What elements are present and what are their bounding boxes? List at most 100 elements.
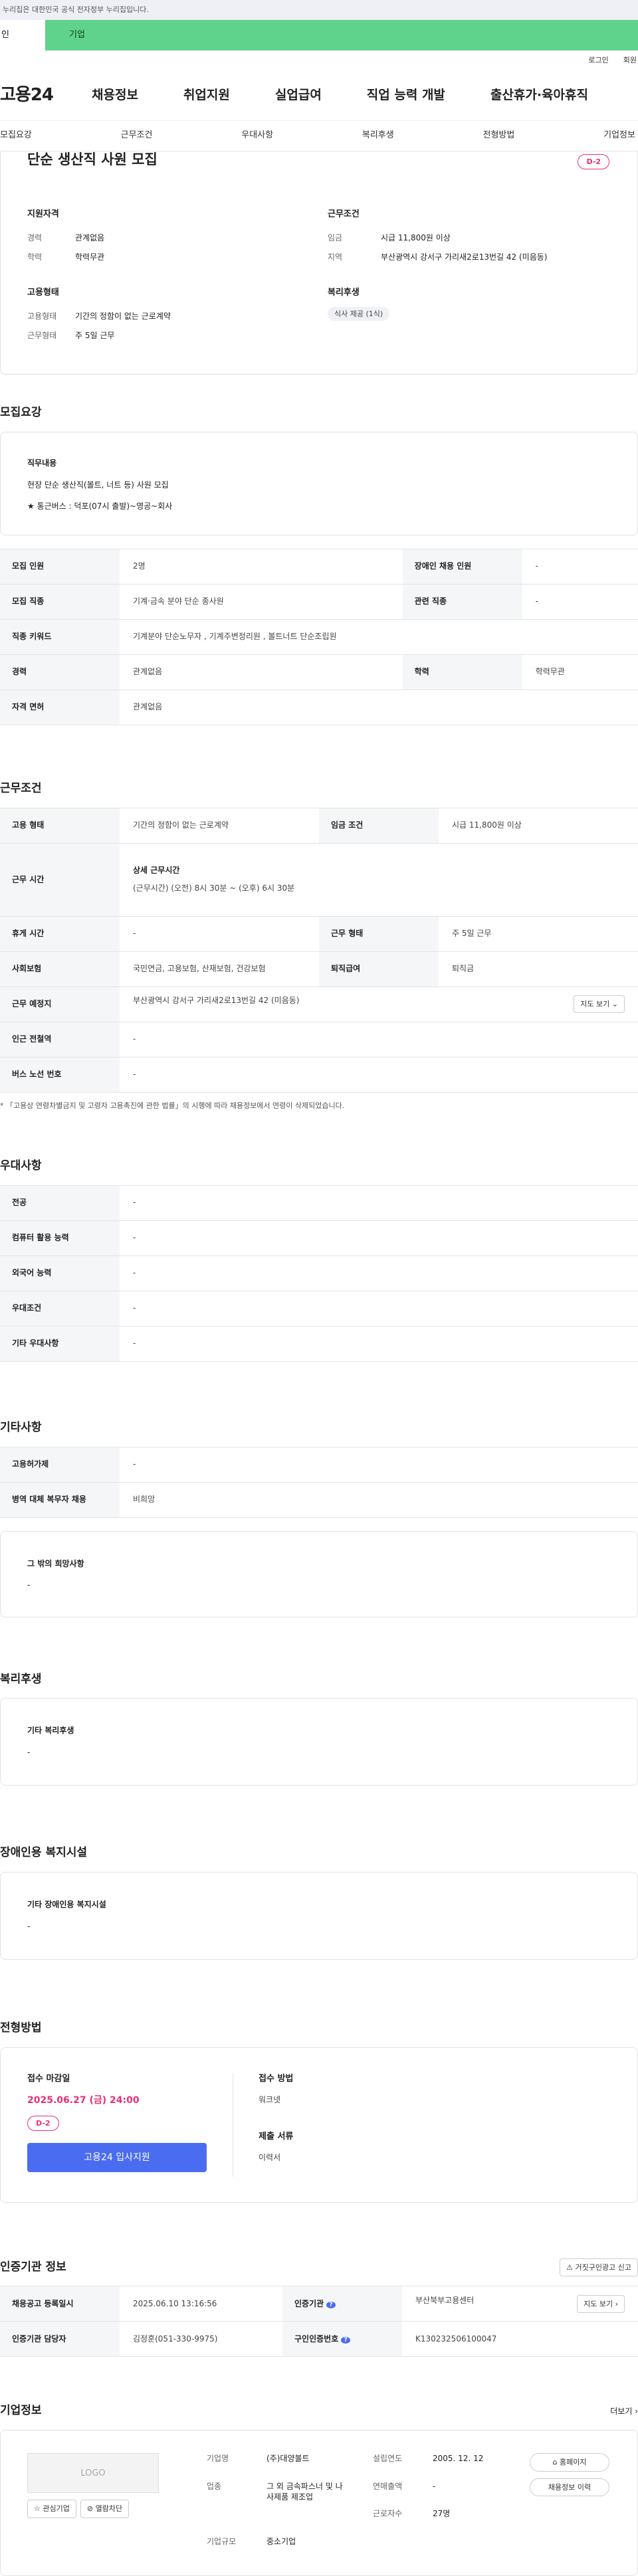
nav-employment-support[interactable]: 취업지원 <box>183 86 230 104</box>
map-button-label: 지도 보기 <box>584 2299 613 2308</box>
other-hope-card: 그 밖의 희망사항 - <box>0 1530 638 1617</box>
login-link[interactable]: 로그인 <box>588 55 608 65</box>
section-tab-preferences[interactable]: 우대사항 <box>241 130 273 141</box>
main-nav: 고용24 채용정보 취업지원 실업급여 직업 능력 개발 출산휴가·육아휴직 <box>0 70 638 121</box>
row-label: 인증기관 ? <box>282 2286 402 2322</box>
block-view-button[interactable]: ⊘ 열람차단 <box>80 2500 130 2518</box>
row-label: 근무 시간 <box>0 842 120 917</box>
cert-section: 인증기관 정보 ⚠ 거짓구인광고 신고 채용공고 등록일시 2025.06.10 … <box>0 2258 638 2357</box>
nav-parental-leave[interactable]: 출산휴가·육아휴직 <box>490 86 588 104</box>
row-label: 관련 직종 <box>402 583 522 620</box>
report-button-label: 거짓구인광고 신고 <box>575 2262 631 2272</box>
gov-notice-bar: 누리집은 대한민국 공식 전자정부 누리집입니다. <box>0 0 638 20</box>
row-label: 인증기관 담당자 <box>0 2321 120 2357</box>
work-type-value: 주 5일 근무 <box>75 330 115 340</box>
help-icon[interactable]: ? <box>341 2336 350 2344</box>
row-value: 기간의 정함이 없는 근로계약 <box>120 807 319 844</box>
company-logo-block: LOGO ☆ 관심기업 ⊘ 열람차단 <box>27 2453 160 2553</box>
deadline-label: 접수 마감일 <box>27 2073 70 2084</box>
row-value: - <box>120 1325 638 1362</box>
section-tab-recruit[interactable]: 모집요강 <box>0 130 32 141</box>
row-value: 2명 <box>120 548 403 585</box>
table-row: 고용 형태 기간의 정함이 없는 근로계약 임금 조건 시급 11,800원 이상 <box>0 807 638 844</box>
tab-company[interactable]: 기업 <box>45 20 98 50</box>
welfare-heading: 복리후생 <box>328 287 360 298</box>
row-value: 상세 근무시간 (근무시간) (오전) 8시 30분 ~ (오후) 6시 30분 <box>120 842 638 917</box>
section-tab-welfare[interactable]: 복리후생 <box>362 130 394 141</box>
alert-icon: ⚠ <box>566 2262 574 2272</box>
row-label: 구인인증번호 ? <box>282 2321 402 2357</box>
row-label: 퇴직급여 <box>319 951 439 987</box>
work-table: 고용 형태 기간의 정함이 없는 근로계약 임금 조건 시급 11,800원 이상 근… <box>0 807 638 1093</box>
company-more-link[interactable]: 더보기 › <box>610 2406 638 2417</box>
block-icon: ⊘ <box>86 2504 94 2514</box>
nav-unemployment-benefit[interactable]: 실업급여 <box>275 86 322 104</box>
company-title: 기업정보 <box>0 2404 42 2418</box>
docs-label: 제출 서류 <box>259 2131 294 2142</box>
info-label: 설립연도 <box>373 2454 403 2464</box>
block-label: 열람차단 <box>95 2504 123 2514</box>
row-value: - <box>120 1255 638 1291</box>
preference-section: 우대사항 전공 - 컴퓨터 활용 능력 - 외국어 능력 - 우대조건 - 기타 우대사… <box>0 1158 638 1362</box>
row-label: 자격 면허 <box>0 689 120 725</box>
job-history-button[interactable]: 채용정보 이력 <box>530 2478 609 2496</box>
table-row: 기타 우대사항 - <box>0 1325 638 1362</box>
map-view-button[interactable]: 지도 보기 ⌄ <box>574 994 625 1014</box>
duty-card: 직무내용 현장 단순 생산직(볼트, 너트 등) 사원 모집 ★ 통근버스 : … <box>0 431 638 535</box>
row-label: 장애인 채용 인원 <box>402 548 522 585</box>
nav-jobs[interactable]: 채용정보 <box>92 86 138 104</box>
conditions-heading: 근무조건 <box>328 209 360 219</box>
info-label: 기업명 <box>207 2454 229 2464</box>
row-label: 우대조건 <box>0 1290 120 1327</box>
section-nav: 모집요강 근무조건 우대사항 복리후생 전형방법 기업정보 <box>0 121 638 151</box>
row-value: 학력무관 <box>522 654 638 690</box>
row-label: 기타 우대사항 <box>0 1325 120 1362</box>
apply-button[interactable]: 고용24 입사지원 <box>27 2143 207 2173</box>
selection-section: 전형방법 접수 마감일 2025.06.27 (금) 24:00 D-2 고용2… <box>0 2021 638 2203</box>
cert-map-button[interactable]: 지도 보기 › <box>577 2294 625 2314</box>
table-row: 병역 대체 복무자 채용 비희망 <box>0 1481 638 1518</box>
chevron-right-icon: › <box>635 2406 638 2416</box>
agency-label: 인증기관 <box>294 2298 324 2308</box>
cert-title: 인증기관 정보 <box>0 2260 66 2274</box>
region-value: 부산광역시 강서구 가리새2로13번길 42 (미음동) <box>381 252 548 262</box>
job-title: 단순 생산직 사원 모집 <box>27 151 158 167</box>
section-tab-conditions[interactable]: 근무조건 <box>121 130 153 141</box>
table-row: 컴퓨터 활용 능력 - <box>0 1220 638 1256</box>
tab-personal[interactable]: 인 <box>0 20 45 50</box>
section-tab-selection[interactable]: 전형방법 <box>483 130 515 141</box>
emp-type-label: 고용형태 <box>27 311 57 321</box>
map-button-label: 지도 보기 <box>580 999 610 1008</box>
row-value: - <box>120 1290 638 1327</box>
report-fake-ad-button[interactable]: ⚠ 거짓구인광고 신고 <box>560 2258 638 2277</box>
docs-value: 이력서 <box>259 2153 281 2163</box>
row-value: 비희망 <box>120 1481 638 1518</box>
company-info-grid: 기업명 (주)대양볼트 설립연도 2005. 12. 12 업종 그 외 금속파스너 및… <box>207 2453 546 2553</box>
nav-vocational-training[interactable]: 직업 능력 개발 <box>367 86 445 104</box>
info-value: 27명 <box>433 2509 451 2519</box>
row-value: - <box>522 583 638 620</box>
row-label: 컴퓨터 활용 능력 <box>0 1220 120 1256</box>
table-row: 우대조건 - <box>0 1290 638 1327</box>
etc-section: 기타사항 고용허가제 - 병역 대체 복무자 채용 비희망 그 밖의 희망사항 - <box>0 1420 638 1617</box>
row-value: - <box>120 1184 638 1221</box>
recruit-table: 모집 인원 2명 장애인 채용 인원 - 모집 직종 기계·금속 분야 단순 종사원 관련… <box>0 548 638 725</box>
table-row: 인증기관 담당자 김정훈(051-330-9975) 구인인증번호 ? K130232… <box>0 2321 638 2357</box>
table-row: 자격 면허 관계없음 <box>0 689 638 725</box>
favorite-company-button[interactable]: ☆ 관심기업 <box>27 2500 76 2518</box>
hours-title: 상세 근무시간 <box>133 866 180 875</box>
company-section: 기업정보 더보기 › LOGO ☆ 관심기업 ⊘ 열람차단 기업명 (주)대양볼트… <box>0 2403 638 2576</box>
education-label: 학력 <box>27 252 43 262</box>
company-card: LOGO ☆ 관심기업 ⊘ 열람차단 기업명 (주)대양볼트 설립연도 2005. 1… <box>0 2430 638 2576</box>
homepage-button[interactable]: ⌂ 홈페이지 <box>530 2453 609 2472</box>
help-icon[interactable]: ? <box>326 2301 336 2308</box>
welfare-section: 복리후생 기타 복리후생 - <box>0 1672 638 1786</box>
section-tab-company[interactable]: 기업정보 <box>603 130 635 141</box>
row-label: 근무 형태 <box>319 915 439 952</box>
site-logo[interactable]: 고용24 <box>0 83 54 107</box>
signup-link[interactable]: 회원 <box>623 55 637 65</box>
etc-table: 고용허가제 - 병역 대체 복무자 채용 비희망 <box>0 1446 638 1518</box>
emp-type-value: 기간의 정함이 없는 근로계약 <box>75 311 171 321</box>
education-value: 학력무관 <box>75 252 105 262</box>
info-value: 그 외 금속파스너 및 나사제품 제조업 <box>266 2481 343 2502</box>
